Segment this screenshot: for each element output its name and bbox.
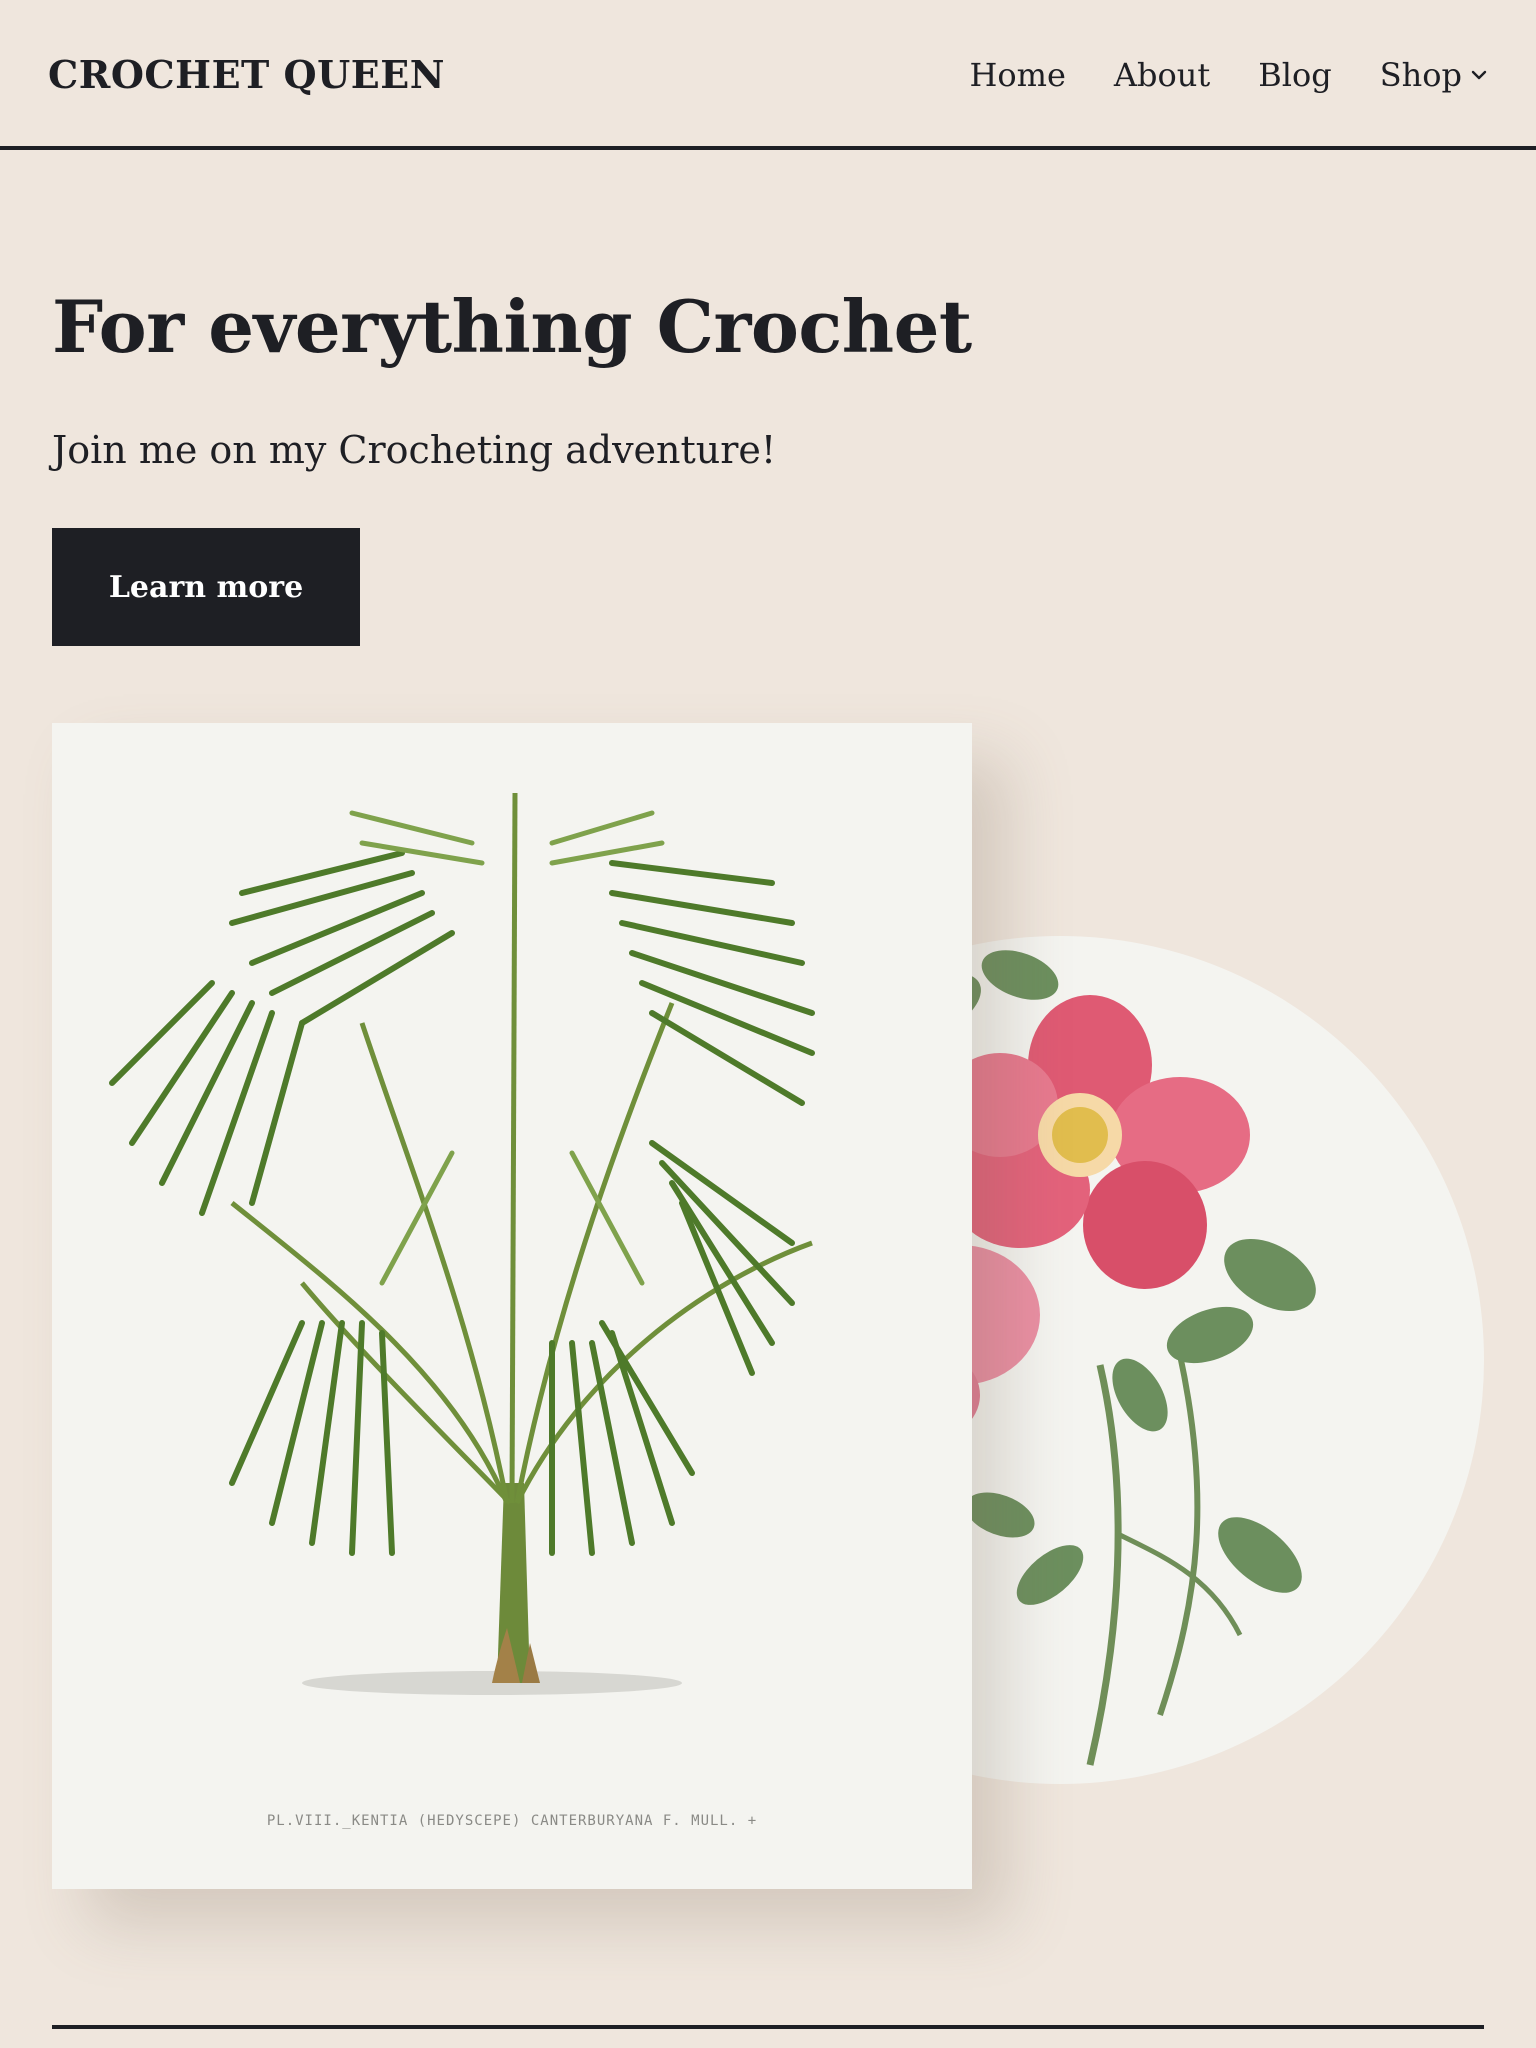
palm-illustration: [109, 792, 815, 1695]
hero-heading: For everything Crochet: [52, 284, 972, 369]
nav-home[interactable]: Home: [969, 52, 1065, 98]
section-divider: [52, 2025, 1484, 2029]
palm-print-card: PL.VIII._KENTIA (HEDYSCEPE) CANTERBURYAN…: [52, 723, 972, 1889]
palm-fronds: [109, 850, 815, 1556]
site-header: CROCHET QUEEN Home About Blog Shop: [0, 0, 1536, 150]
palm-trunk: [492, 1483, 540, 1683]
nav-about[interactable]: About: [1114, 52, 1210, 98]
nav-shop-label: Shop: [1379, 56, 1462, 94]
nav-about-label: About: [1113, 56, 1211, 94]
hero-subheading: Join me on my Crocheting adventure!: [52, 428, 777, 472]
chevron-down-icon: [1471, 70, 1487, 80]
print-caption: PL.VIII._KENTIA (HEDYSCEPE) CANTERBURYAN…: [266, 1813, 758, 1829]
nav-home-label: Home: [969, 56, 1066, 94]
nav-blog-label: Blog: [1258, 56, 1332, 94]
site-title[interactable]: CROCHET QUEEN: [48, 52, 445, 98]
nav-shop[interactable]: Shop: [1380, 52, 1488, 98]
nav-blog[interactable]: Blog: [1258, 52, 1332, 98]
learn-more-button[interactable]: Learn more: [52, 528, 360, 646]
main-nav: Home About Blog Shop: [969, 52, 1488, 98]
palm-fronds-light: [349, 810, 665, 1286]
